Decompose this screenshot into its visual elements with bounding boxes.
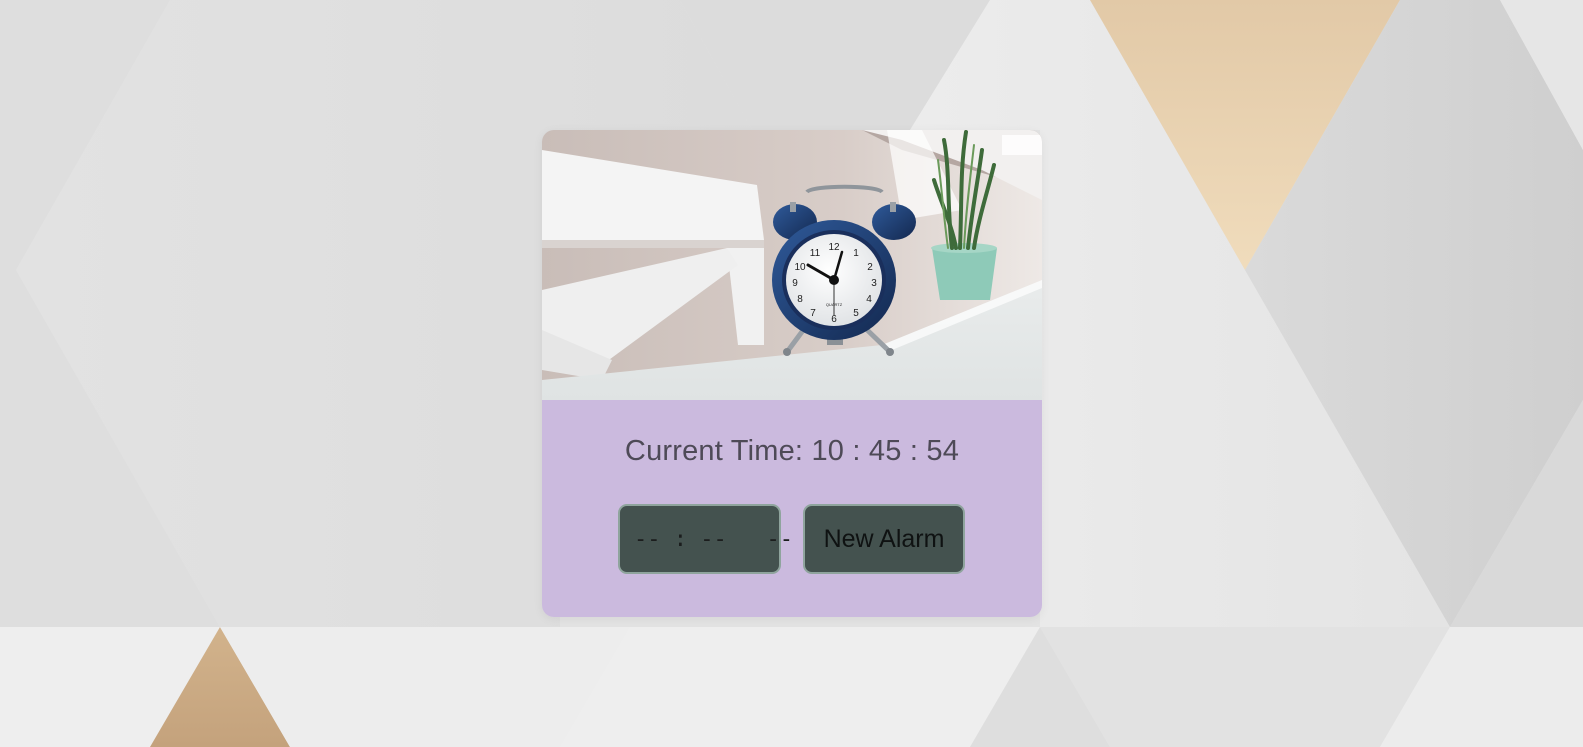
current-time-hours: 10 [811, 435, 845, 467]
svg-text:6: 6 [831, 314, 837, 325]
svg-text:3: 3 [871, 278, 877, 289]
svg-text:9: 9 [792, 278, 798, 289]
svg-text:10: 10 [794, 262, 806, 273]
new-alarm-button-label: New Alarm [823, 524, 945, 553]
svg-text:11: 11 [810, 248, 821, 259]
current-time-seconds: 54 [926, 435, 960, 467]
time-separator: : [909, 435, 919, 467]
new-alarm-button[interactable]: New Alarm [803, 504, 965, 574]
current-time-display: Current Time: 10 : 45 : 54 [542, 435, 1042, 468]
svg-text:1: 1 [853, 248, 859, 259]
alarm-time-input[interactable]: -- : -- -- [618, 504, 793, 574]
current-time-minutes: 45 [868, 435, 902, 467]
svg-text:12: 12 [828, 242, 840, 253]
alarm-card: 12 1 2 3 4 5 6 7 8 9 10 11 QUARTZ Curren… [542, 130, 1042, 617]
svg-text:8: 8 [797, 294, 803, 305]
current-time-label: Current Time: [624, 435, 804, 467]
svg-text:5: 5 [853, 308, 859, 319]
time-separator: : [852, 435, 861, 467]
alarm-time-value: -- : -- -- [634, 526, 793, 552]
alarm-control-panel: Current Time: 10 : 45 : 54 -- : -- -- Ne… [542, 400, 1042, 617]
svg-text:7: 7 [810, 308, 816, 319]
alarm-clock-photo: 12 1 2 3 4 5 6 7 8 9 10 11 QUARTZ [542, 130, 1042, 400]
svg-text:2: 2 [867, 262, 873, 273]
svg-text:4: 4 [866, 294, 872, 305]
